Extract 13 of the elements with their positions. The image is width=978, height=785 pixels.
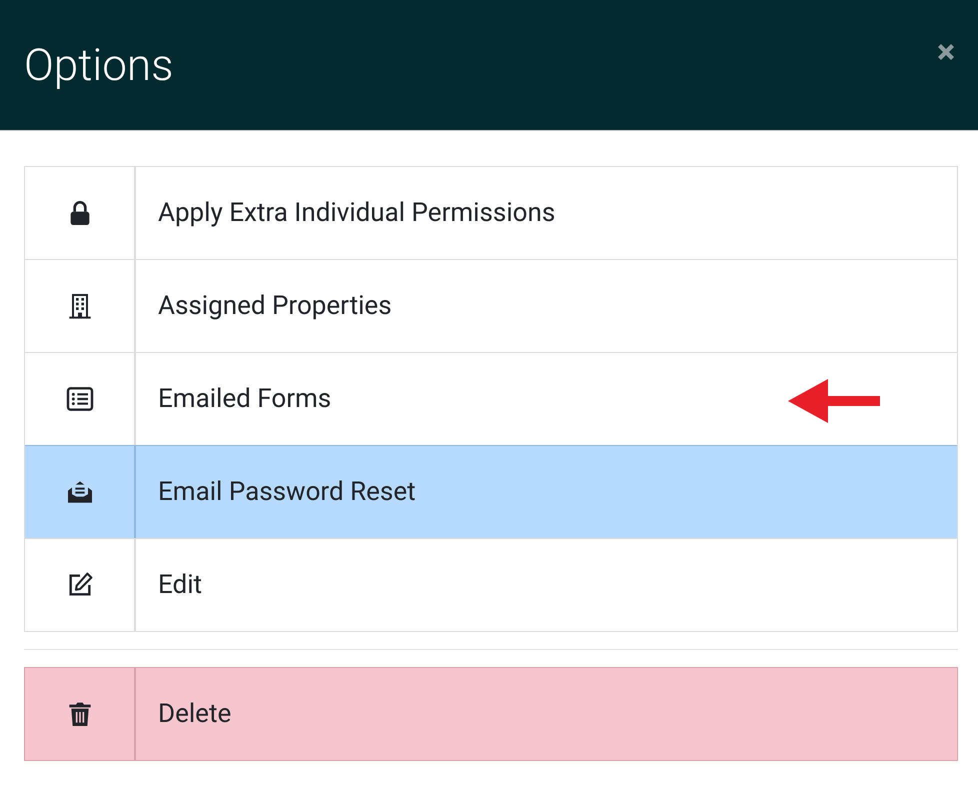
option-label: Email Password Reset xyxy=(157,476,416,509)
option-row[interactable]: Assigned Properties xyxy=(25,259,957,352)
arrow-icon xyxy=(788,379,880,423)
option-label: Apply Extra Individual Permissions xyxy=(157,197,556,230)
option-label: Delete xyxy=(157,698,232,731)
dialog-title: Options xyxy=(24,39,174,91)
option-row[interactable]: Emailed Forms xyxy=(25,352,957,445)
option-row[interactable]: Email Password Reset xyxy=(25,445,957,539)
delete-row[interactable]: Delete xyxy=(25,668,957,760)
option-row[interactable]: Edit xyxy=(25,538,957,631)
option-label: Edit xyxy=(157,569,202,602)
option-label: Assigned Properties xyxy=(157,290,392,323)
option-label: Emailed Forms xyxy=(157,383,332,416)
